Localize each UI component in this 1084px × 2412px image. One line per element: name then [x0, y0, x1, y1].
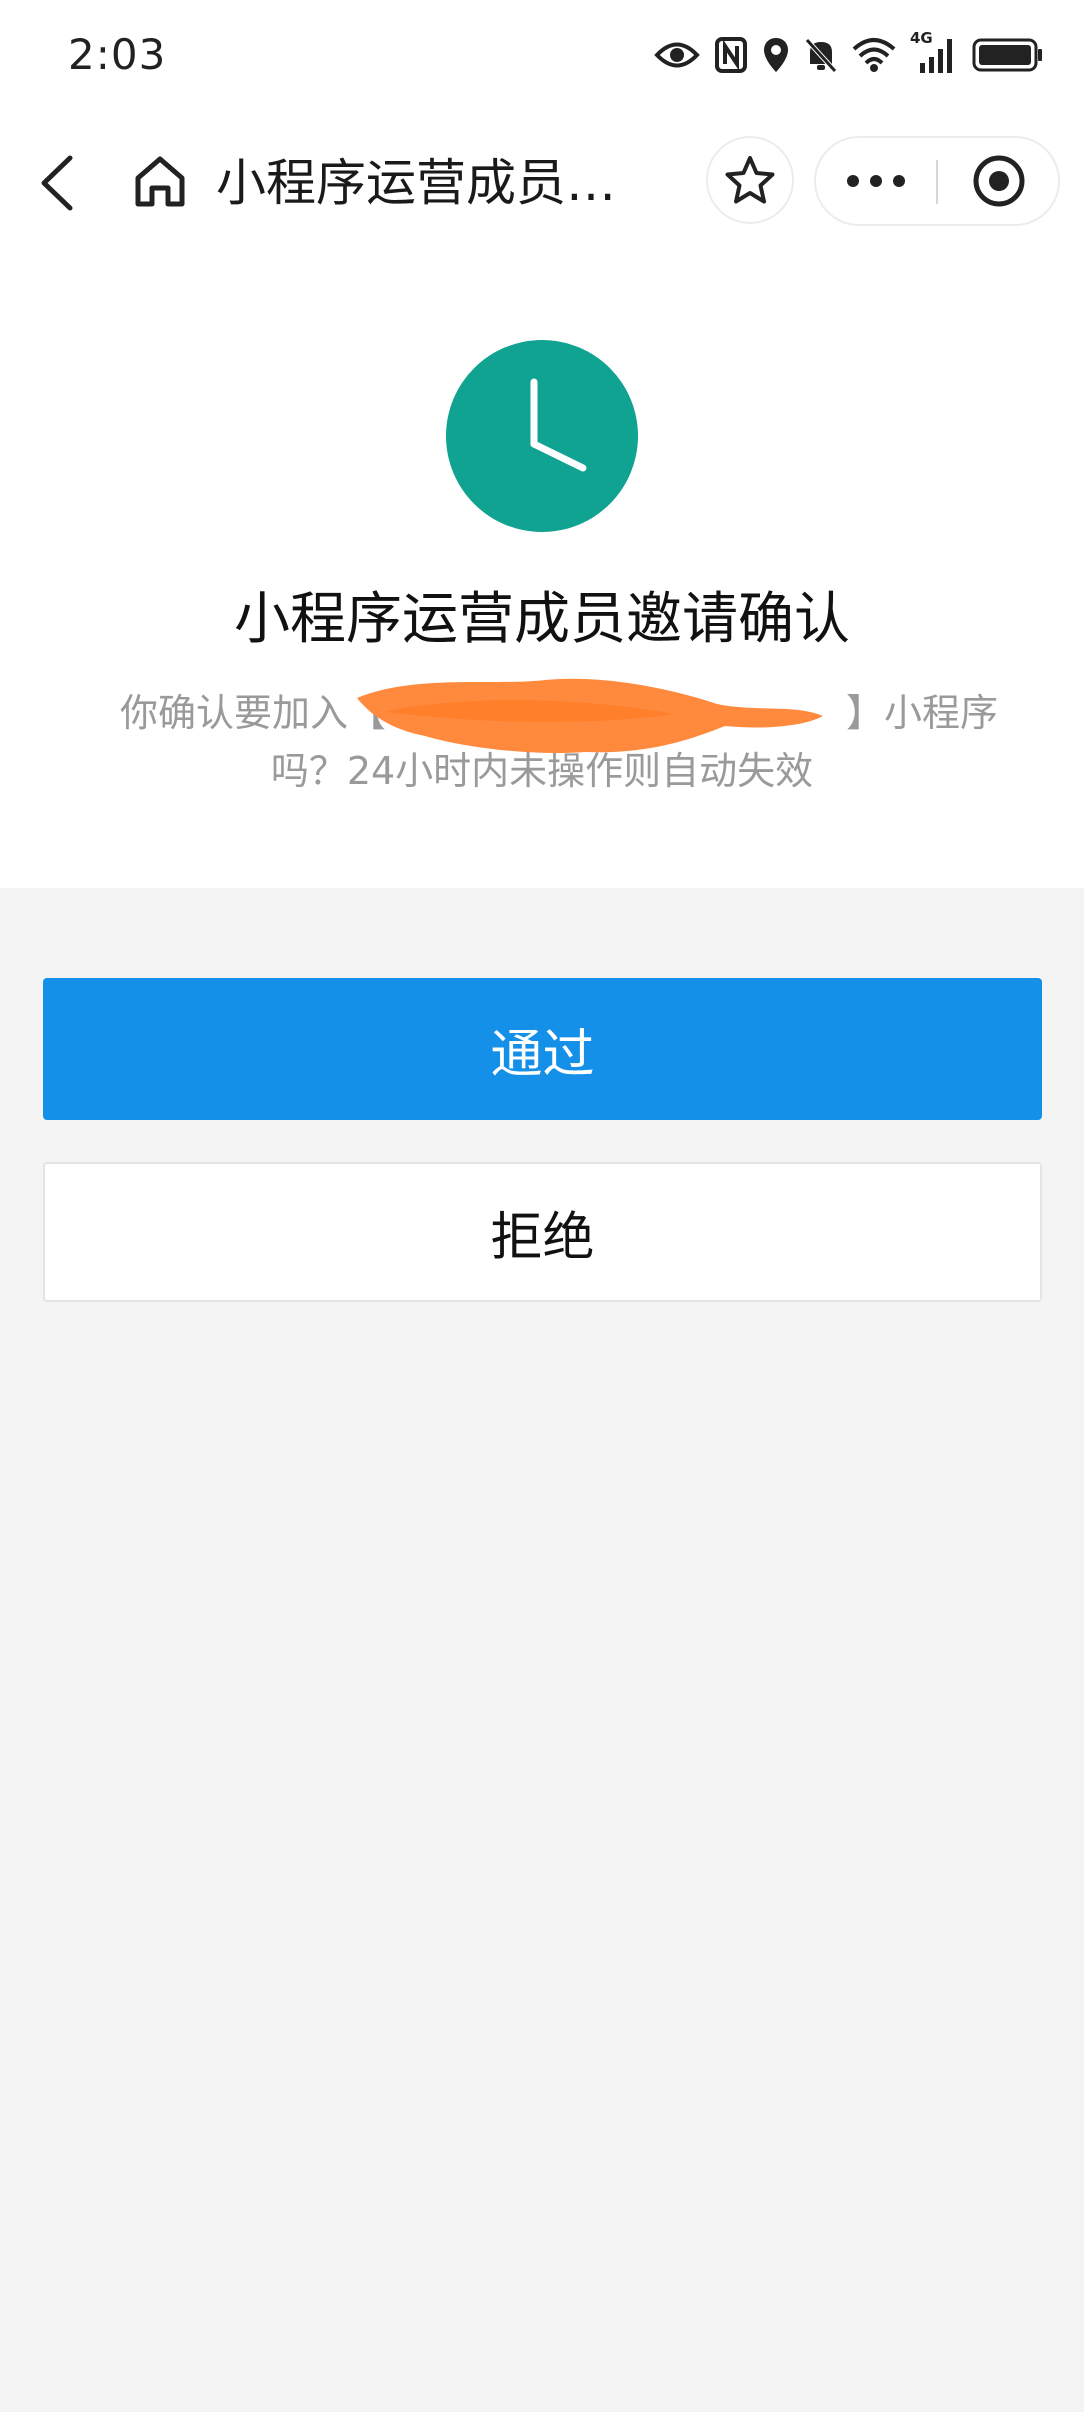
status-bar: 2:03 4G [0, 0, 1084, 112]
page-heading: 小程序运营成员邀请确认 [234, 587, 850, 652]
content-card: 2:03 4G 小程序运营成员邀 小程序运营成员邀请确认 你确认要加入【 】小程… [0, 0, 1084, 888]
favorite-button[interactable] [706, 136, 794, 224]
reject-button[interactable]: 拒绝 [43, 1162, 1042, 1302]
redaction-scribble [357, 678, 823, 754]
nfc-icon [715, 37, 747, 73]
home-icon [135, 156, 185, 207]
navigation-bar: 小程序运营成员邀请确认 [0, 112, 1084, 252]
wifi-icon [852, 38, 896, 72]
status-time: 2:03 [68, 30, 167, 79]
more-icon [847, 175, 905, 187]
mini-program-capsule [814, 136, 1060, 226]
nav-title: 小程序运营成员邀请确认 [216, 154, 656, 212]
signal-icon: 4G [910, 29, 958, 75]
close-capsule-icon [973, 155, 1025, 207]
close-mini-program-button[interactable] [940, 138, 1058, 224]
more-button[interactable] [816, 138, 936, 224]
eye-icon [654, 42, 700, 68]
back-button[interactable] [30, 148, 90, 218]
capsule-divider [936, 160, 938, 204]
home-button[interactable] [128, 150, 192, 214]
clock-icon [446, 340, 638, 532]
back-icon [41, 155, 73, 211]
mute-bell-icon [805, 38, 837, 73]
approve-button[interactable]: 通过 [43, 978, 1042, 1120]
status-icons: 4G [654, 29, 1044, 80]
location-icon [764, 38, 788, 72]
star-icon [725, 156, 775, 204]
battery-icon [972, 38, 1042, 72]
